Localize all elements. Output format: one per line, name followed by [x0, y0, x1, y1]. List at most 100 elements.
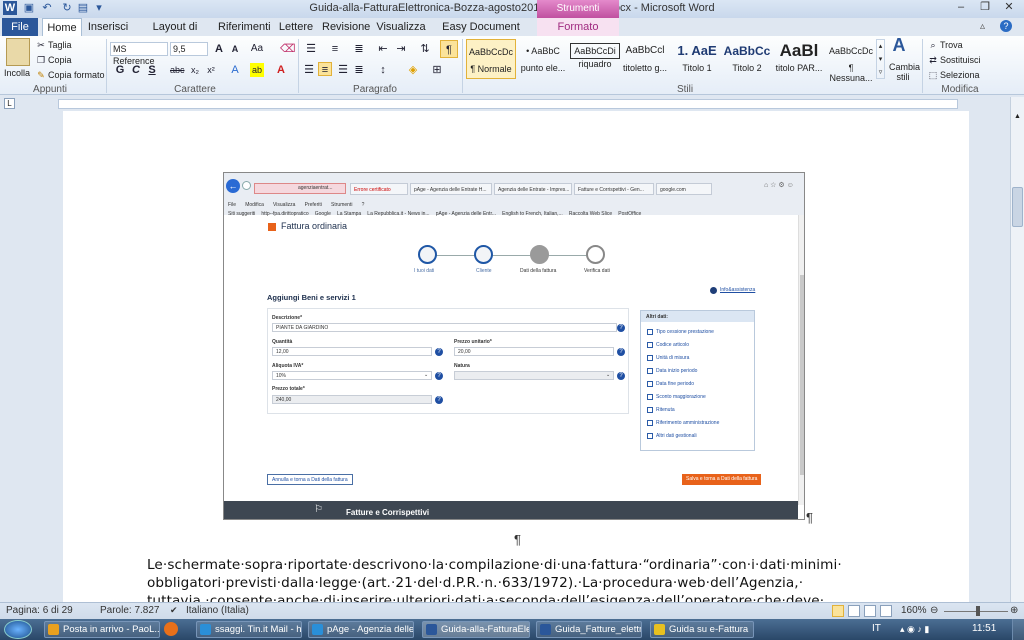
highlight-icon[interactable]: ab [250, 63, 264, 77]
tab-page-layout[interactable]: Layout di pagina [136, 18, 214, 51]
styles-gallery-scroll[interactable]: ▴ ▾ ▿ [876, 39, 885, 79]
word-count[interactable]: Parole: 7.827 [100, 605, 160, 616]
zoom-level[interactable]: 160% [901, 605, 927, 616]
paragraph-line[interactable]: tuttavia,·consente·anche·di·inserire·ult… [147, 593, 824, 602]
style-bullet[interactable]: • AaBbC punto ele... [518, 39, 568, 79]
style-heading1[interactable]: 1. AaE Titolo 1 [672, 39, 722, 79]
outline-view-icon[interactable] [880, 605, 892, 617]
change-case-icon[interactable]: Aa [250, 42, 264, 56]
zoom-slider-thumb[interactable] [976, 606, 980, 616]
full-screen-view-icon[interactable] [848, 605, 860, 617]
align-left-icon[interactable]: ☰ [302, 63, 316, 77]
cut-button[interactable]: Taglia [48, 40, 72, 50]
tab-selector-icon[interactable]: L [4, 98, 15, 109]
clear-format-icon[interactable]: ⌫ [280, 42, 296, 56]
tab-easy-document-creator[interactable]: Easy Document Creator [434, 18, 528, 51]
taskbar-item-mail[interactable]: Posta in arrivo - PaoL... [44, 621, 160, 638]
tab-mailings[interactable]: Lettere [278, 18, 314, 36]
clock[interactable]: 11:51 [972, 623, 996, 634]
bullets-icon[interactable]: ☰ [304, 42, 318, 56]
tab-home[interactable]: Home [42, 18, 82, 36]
sort-icon[interactable]: ⇅ [418, 42, 432, 56]
numbering-icon[interactable]: ≡ [328, 42, 342, 56]
scroll-up-icon[interactable]: ▲ [1012, 113, 1023, 127]
paragraph-line[interactable]: Le·schermate·sopra·riportate·descrivono·… [147, 557, 842, 573]
replace-icon[interactable]: ⇄ [926, 53, 940, 67]
scissors-icon[interactable]: ✂ [34, 38, 48, 52]
vertical-scrollbar[interactable]: ▲ [1010, 97, 1024, 602]
font-color-icon[interactable]: A [274, 63, 288, 77]
taskbar-item-word-active[interactable]: Guida-alla-FatturaEle... [422, 621, 530, 638]
superscript-icon[interactable]: x² [204, 63, 218, 77]
proofing-icon[interactable]: ✔ [170, 605, 178, 616]
font-size-select[interactable]: 9,5 [170, 42, 208, 56]
subscript-icon[interactable]: x₂ [188, 63, 202, 77]
borders-icon[interactable]: ⊞ [430, 63, 444, 77]
language[interactable]: Italiano (Italia) [186, 605, 249, 616]
replace-button[interactable]: Sostituisci [940, 55, 981, 65]
style-nessuna[interactable]: AaBbCcDc ¶ Nessuna... [826, 39, 876, 83]
firefox-icon[interactable] [164, 622, 178, 636]
zoom-out-icon[interactable]: ⊖ [930, 605, 938, 616]
shrink-font-icon[interactable]: A [228, 42, 242, 56]
input-language[interactable]: IT [872, 623, 881, 634]
align-right-icon[interactable]: ☰ [336, 63, 350, 77]
style-box-riquadro[interactable]: AaBbCcDi riquadro [570, 39, 620, 79]
start-button[interactable] [4, 620, 32, 639]
paste-button[interactable]: Incolla [4, 68, 30, 78]
select-icon[interactable]: ⬚ [926, 68, 940, 82]
format-painter-button[interactable]: Copia formato [48, 70, 105, 80]
close-button[interactable]: ✕ [1000, 1, 1018, 15]
tab-view[interactable]: Visualizza [376, 18, 426, 36]
help-icon[interactable]: ? [1000, 20, 1012, 32]
tab-references[interactable]: Riferimenti [218, 18, 271, 36]
taskbar-item-page[interactable]: pAge - Agenzia delle... [308, 621, 414, 638]
font-name-select[interactable]: MS Reference [110, 42, 168, 66]
taskbar-item-browser[interactable]: ssaggi. Tin.it Mail - h... [196, 621, 302, 638]
copy-icon[interactable]: ❐ [34, 53, 48, 67]
embedded-screenshot[interactable]: ← agenziaentrat... Errore certificato pA… [223, 172, 805, 520]
taskbar-item-word[interactable]: Guida_Fatture_elettr... [536, 621, 642, 638]
grow-font-icon[interactable]: A [212, 42, 226, 56]
tab-format[interactable]: Formato [537, 18, 619, 36]
page-count[interactable]: Pagina: 6 di 29 [6, 605, 73, 616]
tray-icons[interactable]: ▴ ◉ ♪ ▮ [900, 624, 929, 635]
change-styles-button[interactable]: Cambia stili [889, 62, 920, 82]
multilevel-list-icon[interactable]: ≣ [352, 42, 366, 56]
web-layout-view-icon[interactable] [864, 605, 876, 617]
print-layout-view-icon[interactable] [832, 605, 844, 617]
select-button[interactable]: Seleziona [940, 70, 980, 80]
show-desktop-button[interactable] [1012, 619, 1024, 640]
tab-insert[interactable]: Inserisci [86, 18, 130, 36]
align-center-icon[interactable]: ≡ [318, 62, 332, 76]
horizontal-ruler[interactable]: L [0, 97, 1024, 111]
taskbar-item-folder[interactable]: Guida su e-Fattura [650, 621, 754, 638]
bold-icon[interactable]: G [113, 63, 127, 77]
strikethrough-icon[interactable]: abc [170, 63, 185, 77]
find-button[interactable]: Trova [940, 40, 963, 50]
style-heading2[interactable]: AaBbCc Titolo 2 [722, 39, 772, 79]
zoom-in-icon[interactable]: ⊕ [1010, 605, 1018, 616]
tab-file[interactable]: File [2, 18, 38, 36]
line-spacing-icon[interactable]: ↕ [376, 63, 390, 77]
style-titolo-par[interactable]: AaBl titolo PAR... [774, 39, 824, 79]
paste-icon[interactable] [6, 38, 30, 66]
shading-icon[interactable]: ◈ [406, 63, 420, 77]
maximize-button[interactable]: ❐ [976, 1, 994, 15]
format-painter-icon[interactable]: ✎ [34, 68, 48, 82]
show-formatting-marks-icon[interactable]: ¶ [440, 40, 458, 58]
change-styles-icon[interactable]: A [892, 36, 906, 60]
tab-review[interactable]: Revisione [322, 18, 370, 36]
scroll-thumb[interactable] [1012, 187, 1023, 227]
justify-icon[interactable]: ≣ [352, 63, 366, 77]
increase-indent-icon[interactable]: ⇥ [394, 42, 408, 56]
minimize-button[interactable]: – [952, 1, 970, 15]
underline-icon[interactable]: S [145, 63, 159, 77]
style-normal[interactable]: AaBbCcDc ¶ Normale [466, 39, 516, 79]
find-icon[interactable]: ⌕ [926, 38, 940, 52]
decrease-indent-icon[interactable]: ⇤ [376, 42, 390, 56]
text-effects-icon[interactable]: A [228, 63, 242, 77]
paragraph-line[interactable]: obbligatori·previsti·dalla·legge·(art.·2… [147, 575, 803, 591]
italic-icon[interactable]: C [129, 63, 143, 77]
copy-button[interactable]: Copia [48, 55, 72, 65]
